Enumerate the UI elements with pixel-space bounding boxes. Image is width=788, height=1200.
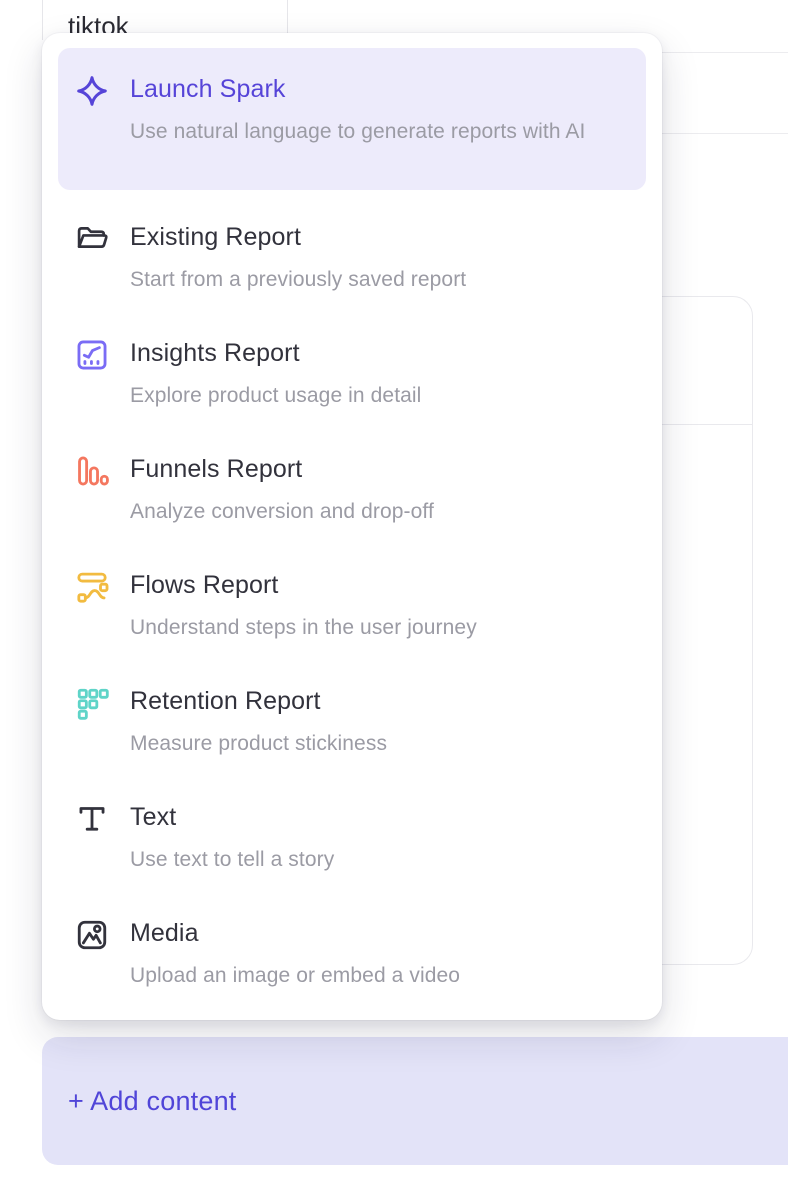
- folder-open-icon: [74, 222, 110, 256]
- menu-item-label: Launch Spark: [130, 74, 630, 104]
- menu-item-text[interactable]: Text Use text to tell a story: [58, 802, 646, 875]
- menu-item-label: Insights Report: [130, 338, 630, 368]
- menu-item-existing-report[interactable]: Existing Report Start from a previously …: [58, 222, 646, 295]
- menu-item-insights-report[interactable]: Insights Report Explore product usage in…: [58, 338, 646, 411]
- retention-grid-icon: [74, 686, 110, 720]
- background-column-divider: [42, 0, 43, 40]
- background-column-divider: [287, 0, 288, 33]
- menu-item-launch-spark[interactable]: Launch Spark Use natural language to gen…: [58, 48, 646, 190]
- menu-item-label: Existing Report: [130, 222, 630, 252]
- menu-item-description: Use text to tell a story: [130, 845, 630, 875]
- funnel-bars-icon: [74, 454, 110, 488]
- menu-item-label: Retention Report: [130, 686, 630, 716]
- menu-item-media[interactable]: Media Upload an image or embed a video: [58, 918, 646, 991]
- menu-item-label: Media: [130, 918, 630, 948]
- sparkle-icon: [74, 74, 110, 108]
- flows-icon: [74, 570, 110, 604]
- insights-chart-icon: [74, 338, 110, 372]
- menu-item-description: Analyze conversion and drop-off: [130, 497, 630, 527]
- menu-item-description: Explore product usage in detail: [130, 381, 630, 411]
- menu-item-description: Upload an image or embed a video: [130, 961, 630, 991]
- add-content-button[interactable]: + Add content: [42, 1037, 788, 1165]
- menu-item-label: Flows Report: [130, 570, 630, 600]
- menu-item-label: Text: [130, 802, 630, 832]
- add-content-label: + Add content: [68, 1086, 237, 1117]
- menu-item-description: Start from a previously saved report: [130, 265, 630, 295]
- menu-item-flows-report[interactable]: Flows Report Understand steps in the use…: [58, 570, 646, 643]
- add-content-menu: Launch Spark Use natural language to gen…: [42, 33, 662, 1020]
- media-icon: [74, 918, 110, 952]
- text-icon: [74, 802, 110, 836]
- menu-item-retention-report[interactable]: Retention Report Measure product stickin…: [58, 686, 646, 759]
- menu-item-description: Understand steps in the user journey: [130, 613, 630, 643]
- menu-item-funnels-report[interactable]: Funnels Report Analyze conversion and dr…: [58, 454, 646, 527]
- menu-item-description: Measure product stickiness: [130, 729, 630, 759]
- menu-item-description: Use natural language to generate reports…: [130, 117, 600, 147]
- menu-item-label: Funnels Report: [130, 454, 630, 484]
